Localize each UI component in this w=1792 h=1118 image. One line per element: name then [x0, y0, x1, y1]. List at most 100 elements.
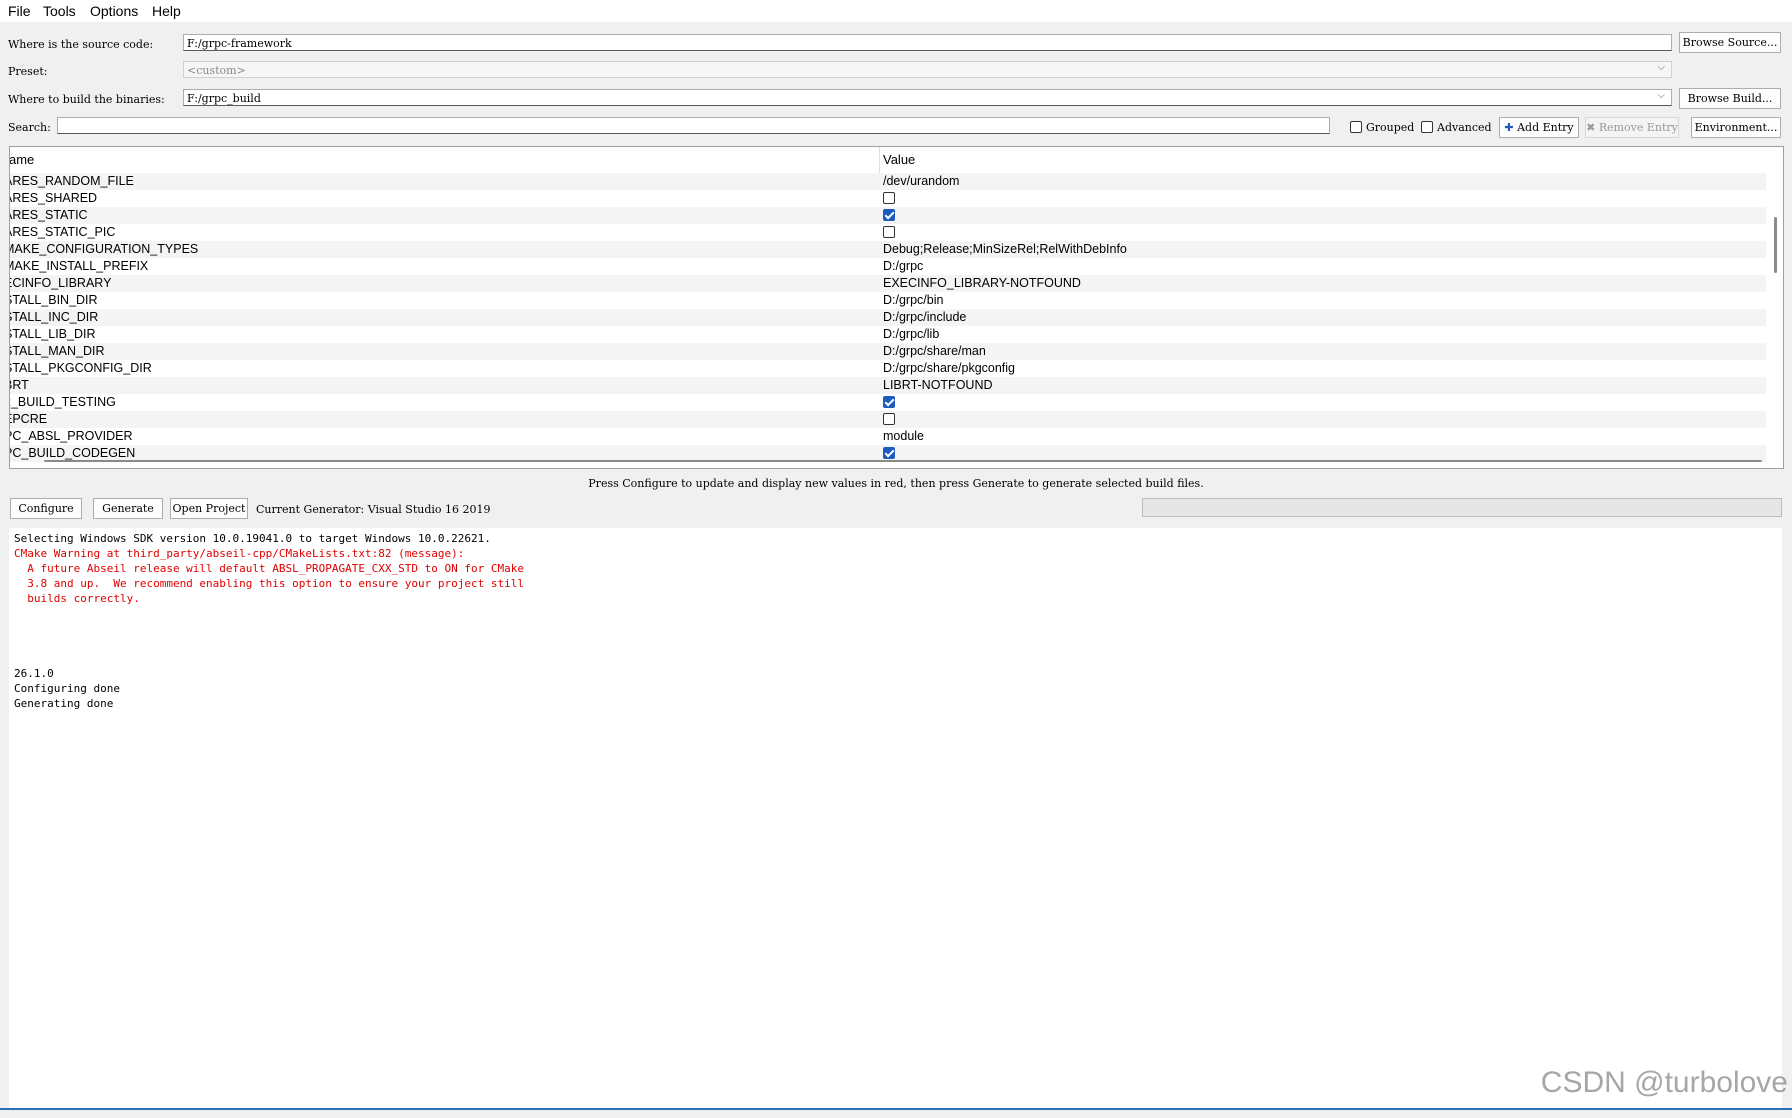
horizontal-scrollbar[interactable] [44, 460, 1762, 462]
preset-label: Preset: [8, 65, 48, 78]
row-value-checkbox[interactable] [883, 413, 895, 425]
scrollbar-thumb[interactable] [1774, 217, 1777, 273]
row-value-checkbox[interactable] [883, 226, 895, 238]
browse-build-button[interactable]: Browse Build... [1679, 88, 1781, 109]
log-line: CMake Warning at third_party/abseil-cpp/… [14, 547, 465, 560]
advanced-checkbox[interactable] [1421, 121, 1433, 133]
grouped-label: Grouped [1366, 121, 1415, 134]
row-name: STALL_INC_DIR [9, 310, 99, 324]
table-row[interactable]: ECINFO_LIBRARY EXECINFO_LIBRARY-NOTFOUND [10, 275, 1766, 292]
table-row[interactable]: 2_BUILD_TESTING [10, 394, 1766, 411]
row-value[interactable]: module [883, 429, 924, 443]
table-row[interactable]: STALL_MAN_DIR D:/grpc/share/man [10, 343, 1766, 360]
row-value[interactable]: LIBRT-NOTFOUND [883, 378, 993, 392]
remove-entry-label: Remove Entry [1598, 121, 1678, 134]
source-label: Where is the source code: [8, 38, 154, 51]
table-header: ame Value [10, 147, 1783, 173]
menu-tools[interactable]: Tools [43, 3, 76, 19]
add-entry-button[interactable]: ✚ Add Entry [1499, 117, 1579, 138]
log-line: Selecting Windows SDK version 10.0.19041… [14, 532, 491, 545]
remove-entry-button[interactable]: ✖ Remove Entry [1585, 117, 1679, 138]
row-name: MAKE_INSTALL_PREFIX [9, 259, 149, 273]
build-path-value: F:/grpc_build [187, 92, 261, 105]
menu-bar: File Tools Options Help [0, 0, 1792, 22]
build-label: Where to build the binaries: [8, 93, 165, 106]
row-name: MAKE_CONFIGURATION_TYPES [9, 242, 199, 256]
menu-help[interactable]: Help [152, 3, 181, 19]
preset-select[interactable]: <custom> ⌵ [183, 61, 1672, 78]
table-row[interactable]: ARES_SHARED [10, 190, 1766, 207]
row-name: STALL_MAN_DIR [9, 344, 105, 358]
environment-button[interactable]: Environment... [1691, 117, 1781, 138]
row-name: BRT [10, 378, 29, 392]
row-value[interactable]: D:/grpc [883, 259, 923, 273]
chevron-down-icon: ⌵ [1657, 62, 1665, 73]
row-name: ARES_STATIC [9, 208, 88, 222]
table-row[interactable]: STALL_LIB_DIR D:/grpc/lib [10, 326, 1766, 343]
row-name: ARES_RANDOM_FILE [9, 174, 134, 188]
row-value[interactable]: Debug;Release;MinSizeRel;RelWithDebInfo [883, 242, 1127, 256]
remove-icon: ✖ [1586, 121, 1596, 134]
vertical-scrollbar[interactable] [1769, 147, 1783, 468]
source-path-input[interactable]: F:/grpc-framework [183, 34, 1672, 51]
row-name: ARES_SHARED [9, 191, 98, 205]
row-name: 2_BUILD_TESTING [9, 395, 116, 409]
row-name: STALL_BIN_DIR [9, 293, 98, 307]
log-line: 26.1.0 [14, 667, 54, 680]
row-value[interactable]: /dev/urandom [883, 174, 959, 188]
row-name: ECINFO_LIBRARY [9, 276, 112, 290]
open-project-button[interactable]: Open Project [170, 498, 248, 519]
status-line [0, 1108, 1792, 1110]
browse-source-button[interactable]: Browse Source... [1679, 32, 1781, 53]
row-name: EPCRE [10, 412, 48, 426]
cache-table: ame Value ARES_RANDOM_FILE/dev/urandom AR… [9, 146, 1784, 469]
chevron-down-icon: ⌵ [1657, 90, 1665, 101]
current-generator: Current Generator: Visual Studio 16 2019 [256, 503, 491, 516]
row-value[interactable]: EXECINFO_LIBRARY-NOTFOUND [883, 276, 1081, 290]
row-name: STALL_LIB_DIR [9, 327, 96, 341]
log-line: A future Abseil release will default ABS… [14, 562, 524, 575]
menu-file[interactable]: File [8, 3, 31, 19]
row-value-checkbox[interactable] [883, 192, 895, 204]
menu-options[interactable]: Options [90, 3, 138, 19]
row-value[interactable]: D:/grpc/bin [883, 293, 943, 307]
grouped-checkbox[interactable] [1350, 121, 1362, 133]
column-header-value[interactable]: Value [883, 152, 915, 167]
row-value[interactable]: D:/grpc/share/pkgconfig [883, 361, 1015, 375]
row-value[interactable]: D:/grpc/include [883, 310, 966, 324]
log-line: 3.8 and up. We recommend enabling this o… [14, 577, 524, 590]
row-value-checkbox[interactable] [883, 447, 895, 459]
generate-button[interactable]: Generate [93, 498, 163, 519]
search-label: Search: [8, 121, 51, 134]
row-value[interactable]: D:/grpc/share/man [883, 344, 986, 358]
advanced-label: Advanced [1437, 121, 1492, 134]
row-name: PC_BUILD_CODEGEN [9, 446, 136, 460]
row-name: ARES_STATIC_PIC [9, 225, 116, 239]
table-row[interactable]: MAKE_CONFIGURATION_TYPES Debug;Release;Mi… [10, 241, 1766, 258]
column-header-name[interactable]: ame [10, 152, 34, 167]
row-name: PC_ABSL_PROVIDER [9, 429, 133, 443]
output-log: Selecting Windows SDK version 10.0.19041… [9, 528, 1782, 1108]
table-row[interactable]: ARES_STATIC_PIC [10, 224, 1766, 241]
build-path-input[interactable]: F:/grpc_build ⌵ [183, 89, 1672, 106]
table-row[interactable]: STALL_INC_DIR D:/grpc/include [10, 309, 1766, 326]
row-name: STALL_PKGCONFIG_DIR [9, 361, 152, 375]
table-row[interactable]: PC_ABSL_PROVIDER module [10, 428, 1766, 445]
preset-value: <custom> [187, 64, 246, 77]
configure-button[interactable]: Configure [10, 498, 82, 519]
row-value[interactable]: D:/grpc/lib [883, 327, 939, 341]
row-value-checkbox[interactable] [883, 396, 895, 408]
search-input[interactable] [57, 117, 1330, 134]
table-row[interactable]: ARES_STATIC [10, 207, 1766, 224]
row-value-checkbox[interactable] [883, 209, 895, 221]
table-row[interactable]: ARES_RANDOM_FILE/dev/urandom [10, 173, 1766, 190]
log-line: Configuring done [14, 682, 120, 695]
table-row[interactable]: MAKE_INSTALL_PREFIX D:/grpc [10, 258, 1766, 275]
table-row[interactable]: EPCRE [10, 411, 1766, 428]
table-row[interactable]: STALL_PKGCONFIG_DIR D:/grpc/share/pkgconf… [10, 360, 1766, 377]
table-row[interactable]: BRT LIBRT-NOTFOUND [10, 377, 1766, 394]
table-row[interactable]: STALL_BIN_DIR D:/grpc/bin [10, 292, 1766, 309]
progress-bar [1142, 498, 1782, 517]
